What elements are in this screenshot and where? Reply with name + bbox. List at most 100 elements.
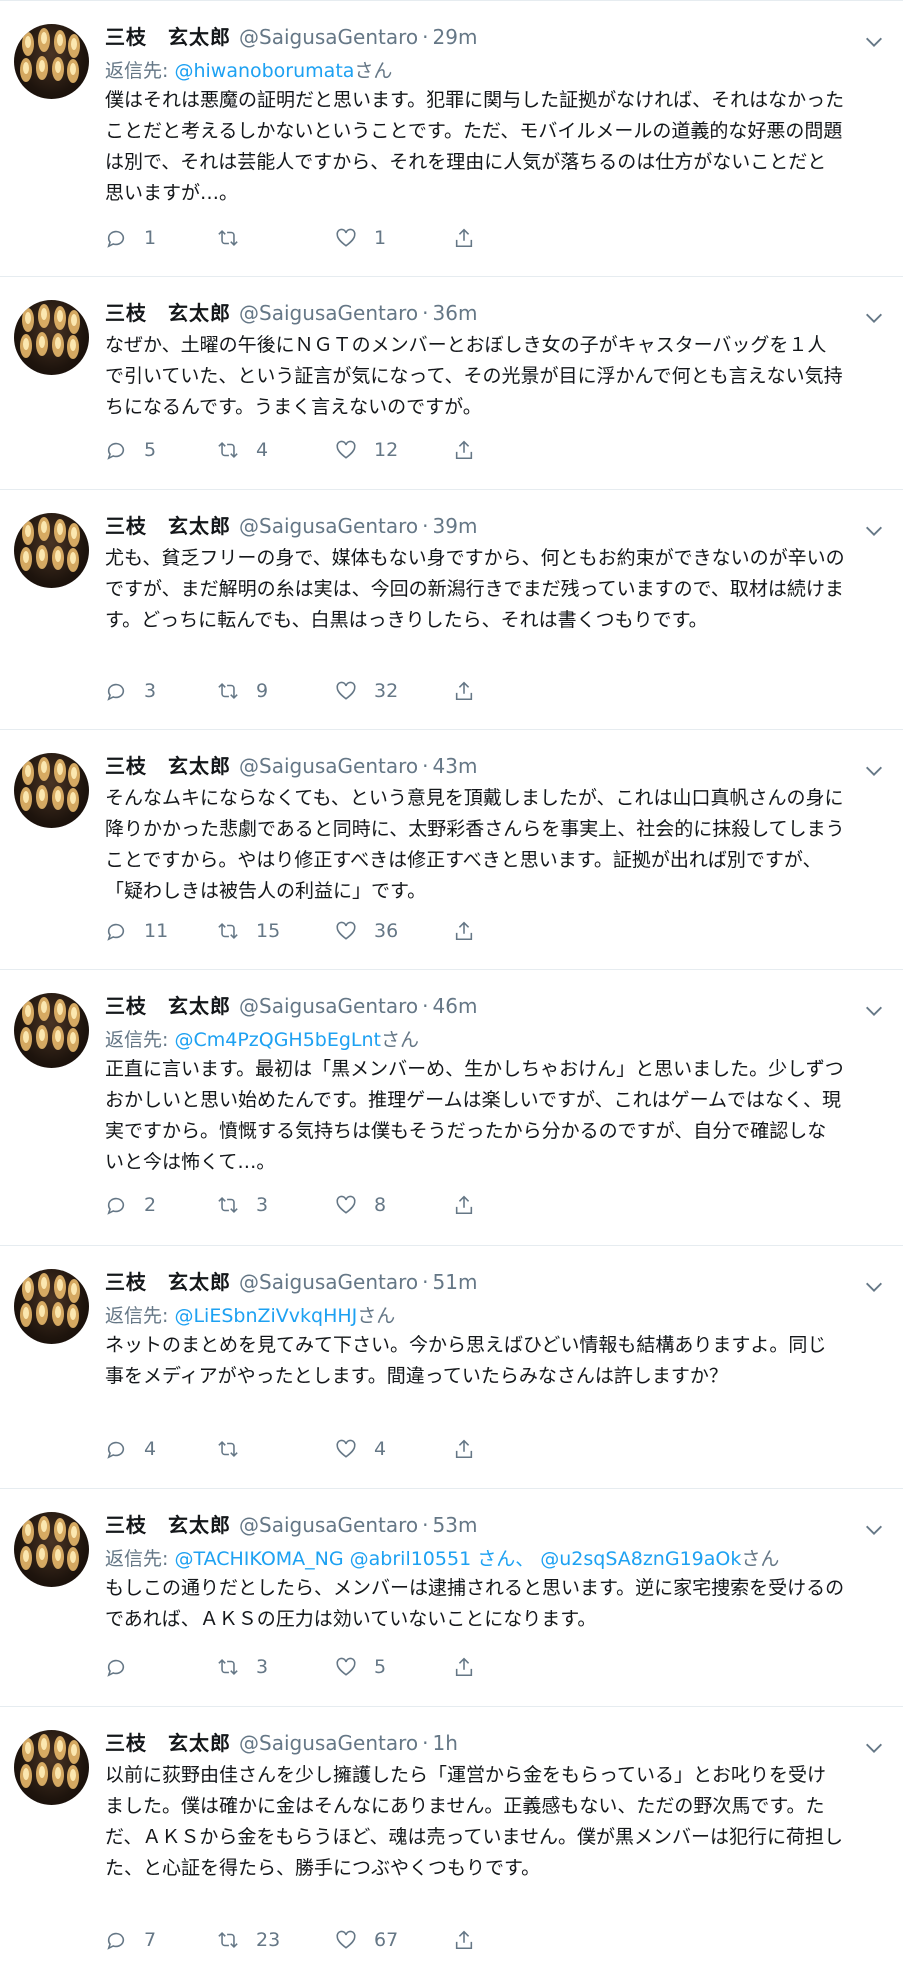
tweet-header: 三枝 玄太郎 @SaigusaGentaro · 39m <box>105 510 855 543</box>
avatar[interactable] <box>14 1730 89 1805</box>
share-button[interactable] <box>453 1434 475 1464</box>
avatar[interactable] <box>14 1269 89 1344</box>
retweet-button[interactable]: 15 <box>217 916 280 946</box>
share-button[interactable] <box>453 1925 475 1955</box>
reply-mention-link[interactable]: @TACHIKOMA_NG @abril10551 さん、 @u2sqSA8zn… <box>174 1548 741 1570</box>
retweet-button[interactable]: 23 <box>217 1925 280 1955</box>
like-button[interactable]: 32 <box>335 676 398 706</box>
tweet-header: 三枝 玄太郎 @SaigusaGentaro · 43m <box>105 750 855 783</box>
reply-count: 7 <box>144 1929 157 1951</box>
chevron-down-icon[interactable] <box>863 1737 885 1759</box>
reply-mention-link[interactable]: @hiwanoborumata <box>174 60 354 82</box>
like-button[interactable]: 67 <box>335 1925 398 1955</box>
user-handle[interactable]: @SaigusaGentaro <box>239 1513 418 1537</box>
chevron-down-icon[interactable] <box>863 760 885 782</box>
reply-icon <box>107 683 125 701</box>
chevron-down-icon[interactable] <box>863 1000 885 1022</box>
reply-button[interactable] <box>105 1652 144 1682</box>
timestamp[interactable]: 46m <box>433 994 478 1018</box>
timestamp[interactable]: 43m <box>433 754 478 778</box>
reply-button[interactable]: 11 <box>105 916 168 946</box>
reply-button[interactable]: 1 <box>105 223 156 253</box>
user-handle[interactable]: @SaigusaGentaro <box>239 754 418 778</box>
avatar[interactable] <box>14 300 89 375</box>
tweet[interactable]: 三枝 玄太郎 @SaigusaGentaro · 1h 以前に荻野由佳さんを少し… <box>0 1707 903 1971</box>
user-handle[interactable]: @SaigusaGentaro <box>239 514 418 538</box>
tweet-header: 三枝 玄太郎 @SaigusaGentaro · 36m <box>105 297 855 330</box>
tweet-text: なぜか、土曜の午後にＮＧＴのメンバーとおぼしき女の子がキャスターバッグを１人で引… <box>105 334 843 418</box>
like-button[interactable]: 36 <box>335 916 398 946</box>
timestamp[interactable]: 53m <box>433 1513 478 1537</box>
like-button[interactable]: 5 <box>335 1652 386 1682</box>
user-handle[interactable]: @SaigusaGentaro <box>239 25 418 49</box>
reply-button[interactable]: 2 <box>105 1190 156 1220</box>
share-icon <box>455 228 473 248</box>
chevron-down-icon[interactable] <box>863 1276 885 1298</box>
user-handle[interactable]: @SaigusaGentaro <box>239 301 418 325</box>
avatar[interactable] <box>14 993 89 1068</box>
timestamp[interactable]: 1h <box>433 1731 458 1755</box>
timestamp[interactable]: 39m <box>433 514 478 538</box>
separator-dot: · <box>422 1731 429 1755</box>
share-button[interactable] <box>453 916 475 946</box>
retweet-button[interactable]: 4 <box>217 435 268 465</box>
like-button[interactable]: 4 <box>335 1434 386 1464</box>
tweet[interactable]: 三枝 玄太郎 @SaigusaGentaro · 43m そんなムキにならなくて… <box>0 730 903 970</box>
display-name[interactable]: 三枝 玄太郎 <box>105 21 231 50</box>
user-handle[interactable]: @SaigusaGentaro <box>239 994 418 1018</box>
avatar[interactable] <box>14 513 89 588</box>
chevron-down-icon[interactable] <box>863 1519 885 1541</box>
timestamp[interactable]: 51m <box>433 1270 478 1294</box>
retweet-button[interactable] <box>217 223 256 253</box>
heart-icon <box>336 440 356 459</box>
chevron-down-icon[interactable] <box>863 520 885 542</box>
like-button[interactable]: 8 <box>335 1190 386 1220</box>
display-name[interactable]: 三枝 玄太郎 <box>105 1509 231 1538</box>
retweet-button[interactable]: 9 <box>217 676 268 706</box>
share-button[interactable] <box>453 435 475 465</box>
reply-mention-link[interactable]: @Cm4PzQGH5bEgLnt <box>174 1029 381 1051</box>
tweet[interactable]: 三枝 玄太郎 @SaigusaGentaro · 51m 返信先: @LiESb… <box>0 1246 903 1489</box>
share-button[interactable] <box>453 1652 475 1682</box>
avatar[interactable] <box>14 753 89 828</box>
tweet[interactable]: 三枝 玄太郎 @SaigusaGentaro · 29m 返信先: @hiwan… <box>0 0 903 277</box>
reply-button[interactable]: 5 <box>105 435 156 465</box>
display-name[interactable]: 三枝 玄太郎 <box>105 297 231 326</box>
display-name[interactable]: 三枝 玄太郎 <box>105 1727 231 1756</box>
candle-lights-avatar <box>20 304 80 359</box>
display-name[interactable]: 三枝 玄太郎 <box>105 510 231 539</box>
reply-count: 4 <box>144 1438 157 1460</box>
tweet[interactable]: 三枝 玄太郎 @SaigusaGentaro · 46m 返信先: @Cm4Pz… <box>0 970 903 1246</box>
retweet-button[interactable]: 3 <box>217 1652 268 1682</box>
retweet-button[interactable]: 3 <box>217 1190 268 1220</box>
avatar[interactable] <box>14 1512 89 1587</box>
reply-mention-link[interactable]: @LiESbnZiVvkqHHJ <box>174 1305 357 1327</box>
reply-prefix: 返信先: <box>105 1305 169 1327</box>
display-name[interactable]: 三枝 玄太郎 <box>105 750 231 779</box>
user-handle[interactable]: @SaigusaGentaro <box>239 1270 418 1294</box>
reply-button[interactable]: 7 <box>105 1925 156 1955</box>
reply-button[interactable]: 3 <box>105 676 156 706</box>
candle-lights-avatar <box>20 28 80 83</box>
reply-button[interactable]: 4 <box>105 1434 156 1464</box>
share-button[interactable] <box>453 676 475 706</box>
avatar[interactable] <box>14 24 89 99</box>
candle-lights-avatar <box>20 1734 80 1789</box>
tweet[interactable]: 三枝 玄太郎 @SaigusaGentaro · 36m なぜか、土曜の午後にＮ… <box>0 277 903 490</box>
display-name[interactable]: 三枝 玄太郎 <box>105 990 231 1019</box>
retweet-button[interactable] <box>217 1434 256 1464</box>
reply-suffix: さん <box>354 60 393 82</box>
tweet[interactable]: 三枝 玄太郎 @SaigusaGentaro · 53m 返信先: @TACHI… <box>0 1489 903 1707</box>
display-name[interactable]: 三枝 玄太郎 <box>105 1266 231 1295</box>
like-button[interactable]: 12 <box>335 435 398 465</box>
like-button[interactable]: 1 <box>335 223 386 253</box>
chevron-down-icon[interactable] <box>863 31 885 53</box>
timestamp[interactable]: 36m <box>433 301 478 325</box>
user-handle[interactable]: @SaigusaGentaro <box>239 1731 418 1755</box>
separator-dot: · <box>422 514 429 538</box>
timestamp[interactable]: 29m <box>433 25 478 49</box>
share-button[interactable] <box>453 223 475 253</box>
chevron-down-icon[interactable] <box>863 307 885 329</box>
share-button[interactable] <box>453 1190 475 1220</box>
tweet[interactable]: 三枝 玄太郎 @SaigusaGentaro · 39m 尤も、貧乏フリーの身で… <box>0 490 903 730</box>
